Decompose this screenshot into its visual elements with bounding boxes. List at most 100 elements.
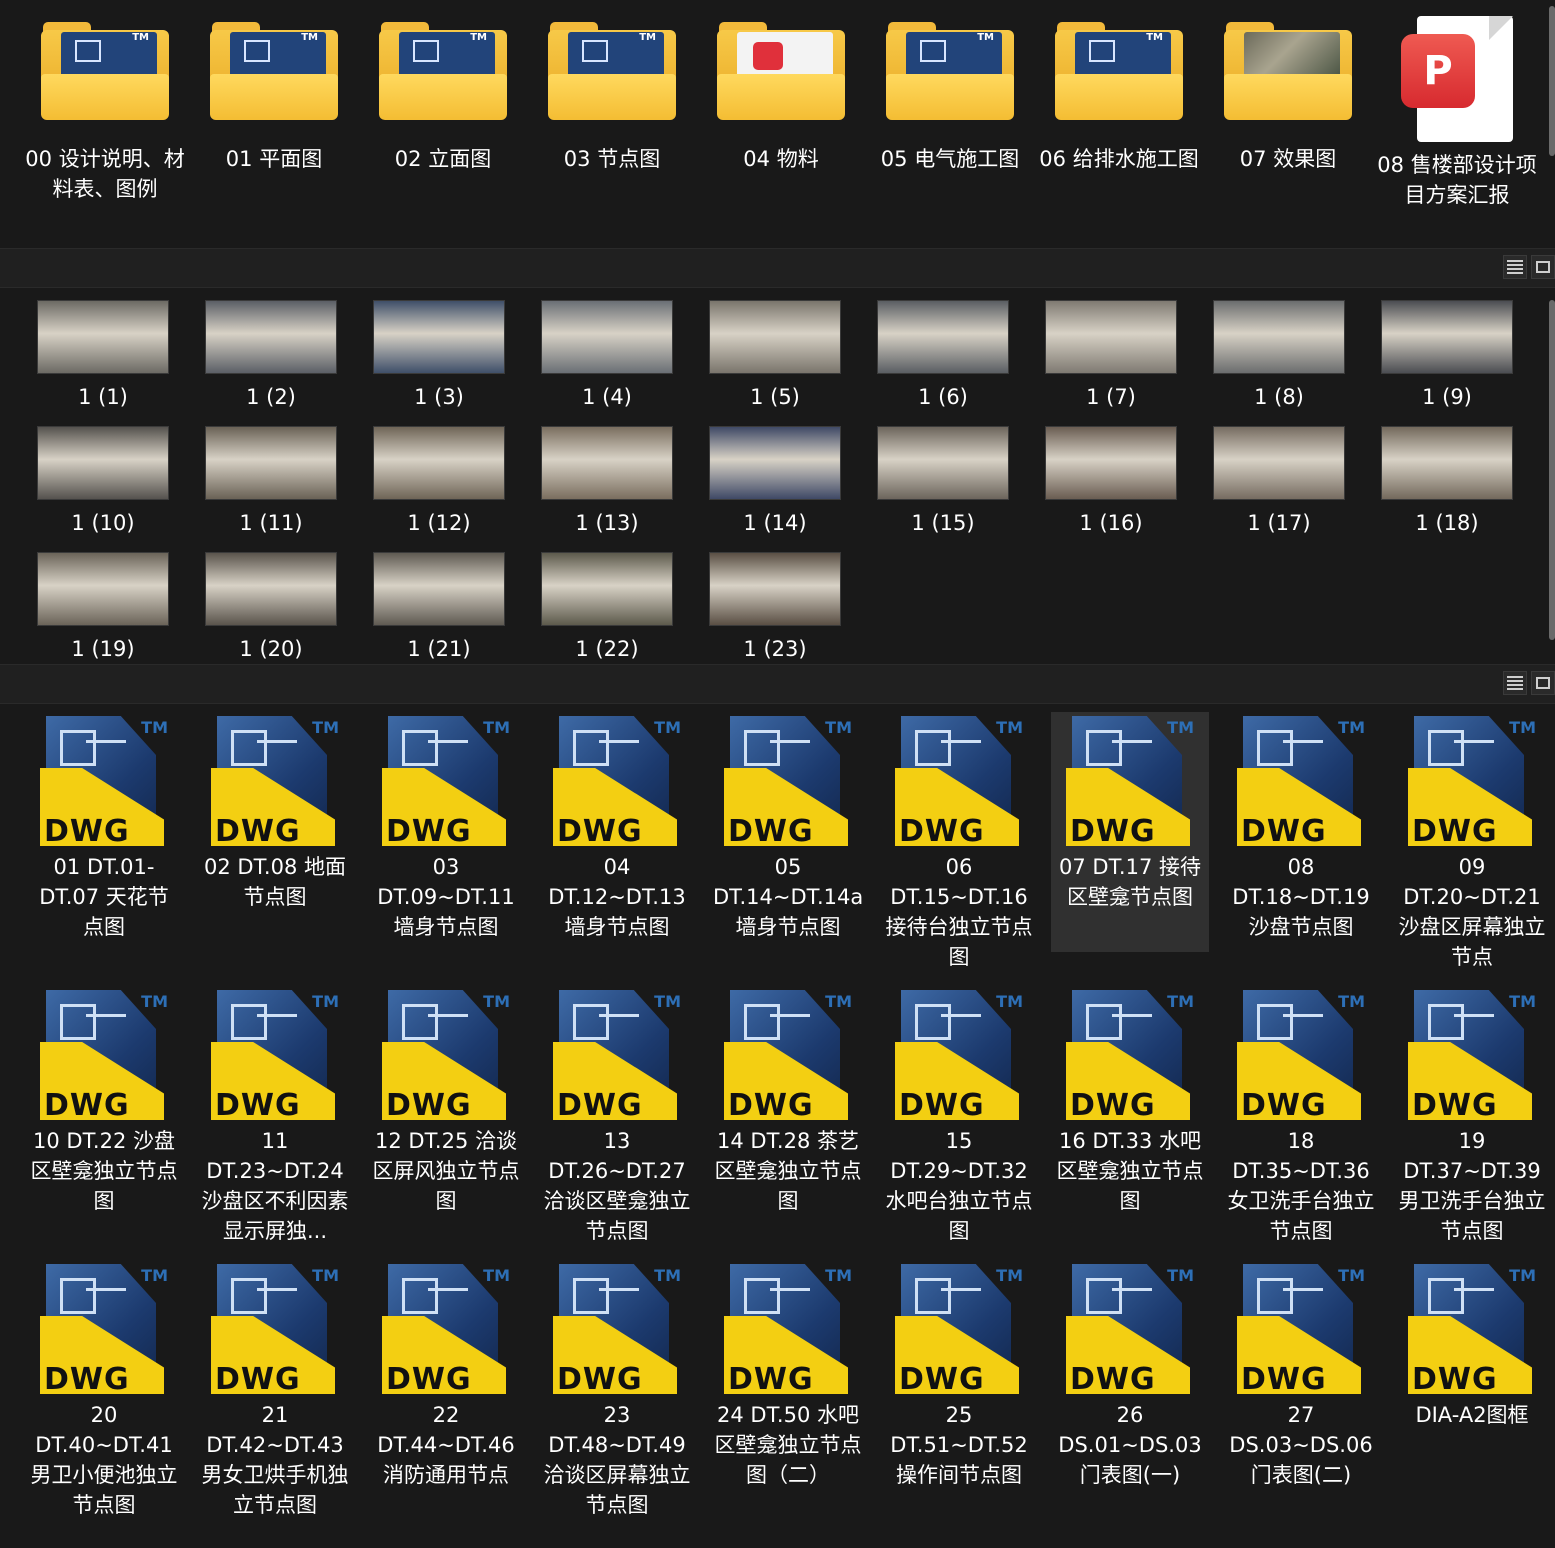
- image-item[interactable]: 1 (13): [523, 426, 691, 538]
- folder-item[interactable]: TM 01 平面图: [191, 22, 357, 174]
- dwg-file-icon: TM DWG: [724, 712, 852, 852]
- section-divider-1: [0, 248, 1555, 288]
- dwg-square-glyph: [231, 1004, 267, 1040]
- dwg-file-item[interactable]: TM DWG 04 DT.12~DT.13 墙身节点图: [538, 712, 696, 952]
- image-item[interactable]: 1 (10): [19, 426, 187, 538]
- image-item[interactable]: 1 (6): [859, 300, 1027, 412]
- dwg-file-item[interactable]: TM DWG 07 DT.17 接待区壁龛节点图: [1051, 712, 1209, 952]
- dwg-text: DWG: [1412, 814, 1498, 849]
- tm-mark: TM: [825, 1266, 852, 1285]
- dwg-file-item[interactable]: TM DWG 05 DT.14~DT.14a 墙身节点图: [709, 712, 867, 952]
- image-label: 1 (20): [239, 637, 303, 661]
- dwg-file-item[interactable]: TM DWG 02 DT.08 地面节点图: [196, 712, 354, 952]
- pdf-file-item[interactable]: P 08 售楼部设计项目方案汇报: [1374, 16, 1540, 210]
- dwg-file-item[interactable]: TM DWG 14 DT.28 茶艺区壁龛独立节点图: [709, 986, 867, 1226]
- tm-mark: TM: [1167, 992, 1194, 1011]
- folder-item[interactable]: 04 物料: [698, 22, 864, 174]
- dwg-file-item[interactable]: TM DWG 03 DT.09~DT.11 墙身节点图: [367, 712, 525, 952]
- dwg-text: DWG: [386, 814, 472, 849]
- dwg-file-item[interactable]: TM DWG 27 DS.03~DS.06 门表图(二): [1222, 1260, 1380, 1500]
- dwg-file-item[interactable]: TM DWG 20 DT.40~DT.41 男卫小便池独立节点图: [25, 1260, 183, 1517]
- dwg-file-icon: TM DWG: [1066, 712, 1194, 852]
- folder-label: 02 立面图: [394, 147, 492, 171]
- dwg-file-item[interactable]: TM DWG 19 DT.37~DT.39 男卫洗手台独立节点图: [1393, 986, 1551, 1243]
- image-item[interactable]: 1 (19): [19, 552, 187, 664]
- dwg-file-label: 01 DT.01-DT.07 天花节点图: [39, 855, 169, 939]
- dwg-file-item[interactable]: TM DWG 12 DT.25 洽谈区屏风独立节点图: [367, 986, 525, 1226]
- dwg-file-item[interactable]: TM DWG 18 DT.35~DT.36 女卫洗手台独立节点图: [1222, 986, 1380, 1243]
- scrollbar-middle[interactable]: [1549, 300, 1555, 640]
- dwg-file-item[interactable]: TM DWG 09 DT.20~DT.21 沙盘区屏幕独立节点: [1393, 712, 1551, 969]
- dwg-file-item[interactable]: TM DWG 13 DT.26~DT.27 洽谈区壁龛独立节点图: [538, 986, 696, 1243]
- dwg-file-item[interactable]: TM DWG 22 DT.44~DT.46 消防通用节点: [367, 1260, 525, 1500]
- image-item[interactable]: 1 (4): [523, 300, 691, 412]
- image-item[interactable]: 1 (23): [691, 552, 859, 664]
- dwg-file-item[interactable]: TM DWG 08 DT.18~DT.19 沙盘节点图: [1222, 712, 1380, 952]
- image-item[interactable]: 1 (22): [523, 552, 691, 664]
- image-item[interactable]: 1 (18): [1363, 426, 1531, 538]
- image-thumbnail: [37, 300, 169, 374]
- preview-view-button-2[interactable]: [1531, 671, 1555, 695]
- dwg-file-item[interactable]: TM DWG 24 DT.50 水吧区壁龛独立节点图（二）: [709, 1260, 867, 1500]
- details-view-button-2[interactable]: [1503, 671, 1527, 695]
- image-item[interactable]: 1 (17): [1195, 426, 1363, 538]
- dwg-file-item[interactable]: TM DWG DIA-A2图框: [1393, 1260, 1551, 1500]
- folder-item[interactable]: 07 效果图: [1205, 22, 1371, 174]
- dwg-file-item[interactable]: TM DWG 06 DT.15~DT.16 接待台独立节点图: [880, 712, 1038, 969]
- tm-mark: TM: [1146, 32, 1163, 43]
- image-item[interactable]: 1 (15): [859, 426, 1027, 538]
- dwg-line-glyph: [1454, 1288, 1494, 1291]
- dwg-file-item[interactable]: TM DWG 15 DT.29~DT.32 水吧台独立节点图: [880, 986, 1038, 1243]
- dwg-square-glyph: [60, 730, 96, 766]
- dwg-file-item[interactable]: TM DWG 26 DS.01~DS.03 门表图(一): [1051, 1260, 1209, 1500]
- cad-glyph-icon: [1089, 40, 1115, 62]
- cad-glyph-icon: [413, 40, 439, 62]
- folder-item[interactable]: TM 00 设计说明、材料表、图例: [22, 22, 188, 204]
- dwg-file-item[interactable]: TM DWG 23 DT.48~DT.49 洽谈区屏幕独立节点图: [538, 1260, 696, 1517]
- dwg-text: DWG: [44, 814, 130, 849]
- dwg-file-icon: TM DWG: [40, 712, 168, 852]
- image-item[interactable]: 1 (3): [355, 300, 523, 412]
- image-item[interactable]: 1 (12): [355, 426, 523, 538]
- dwg-file-item[interactable]: TM DWG 11 DT.23~DT.24 沙盘区不利因素显示屏独...: [196, 986, 354, 1243]
- image-item[interactable]: 1 (2): [187, 300, 355, 412]
- image-item[interactable]: 1 (11): [187, 426, 355, 538]
- dwg-file-icon: TM DWG: [1066, 986, 1194, 1126]
- image-label: 1 (4): [582, 385, 632, 409]
- dwg-file-item[interactable]: TM DWG 25 DT.51~DT.52 操作间节点图: [880, 1260, 1038, 1500]
- dwg-file-item[interactable]: TM DWG 16 DT.33 水吧区壁龛独立节点图: [1051, 986, 1209, 1226]
- scrollbar-top[interactable]: [1549, 6, 1555, 156]
- dwg-file-label: 19 DT.37~DT.39 男卫洗手台独立节点图: [1398, 1129, 1546, 1243]
- image-item[interactable]: 1 (9): [1363, 300, 1531, 412]
- tm-mark: TM: [141, 718, 168, 737]
- image-item[interactable]: 1 (16): [1027, 426, 1195, 538]
- dwg-file-item[interactable]: TM DWG 10 DT.22 沙盘区壁龛独立节点图: [25, 986, 183, 1226]
- image-item[interactable]: 1 (1): [19, 300, 187, 412]
- tm-mark: TM: [1509, 992, 1536, 1011]
- folder-item[interactable]: TM 02 立面图: [360, 22, 526, 174]
- folder-item[interactable]: TM 03 节点图: [529, 22, 695, 174]
- folder-label: 04 物料: [743, 147, 819, 171]
- image-item[interactable]: 1 (21): [355, 552, 523, 664]
- image-item[interactable]: 1 (7): [1027, 300, 1195, 412]
- dwg-line-glyph: [1112, 1288, 1152, 1291]
- dwg-file-item[interactable]: TM DWG 21 DT.42~DT.43 男女卫烘手机独立节点图: [196, 1260, 354, 1517]
- dwg-line-glyph: [1283, 1014, 1323, 1017]
- preview-view-button[interactable]: [1531, 255, 1555, 279]
- image-item[interactable]: 1 (20): [187, 552, 355, 664]
- folder-item[interactable]: TM 05 电气施工图: [867, 22, 1033, 174]
- image-item[interactable]: 1 (8): [1195, 300, 1363, 412]
- cad-glyph-icon: [920, 40, 946, 62]
- image-item[interactable]: 1 (14): [691, 426, 859, 538]
- image-thumbnail: [709, 426, 841, 500]
- dwg-file-icon: TM DWG: [553, 986, 681, 1126]
- dwg-file-item[interactable]: TM DWG 01 DT.01-DT.07 天花节点图: [25, 712, 183, 952]
- image-item[interactable]: 1 (5): [691, 300, 859, 412]
- dwg-file-icon: TM DWG: [895, 986, 1023, 1126]
- details-view-button[interactable]: [1503, 255, 1527, 279]
- dwg-file-label: 11 DT.23~DT.24 沙盘区不利因素显示屏独...: [201, 1129, 349, 1243]
- folder-item[interactable]: TM 06 给排水施工图: [1036, 22, 1202, 174]
- image-label: 1 (23): [743, 637, 807, 661]
- dwg-text: DWG: [215, 1362, 301, 1397]
- dwg-file-icon: TM DWG: [1237, 986, 1365, 1126]
